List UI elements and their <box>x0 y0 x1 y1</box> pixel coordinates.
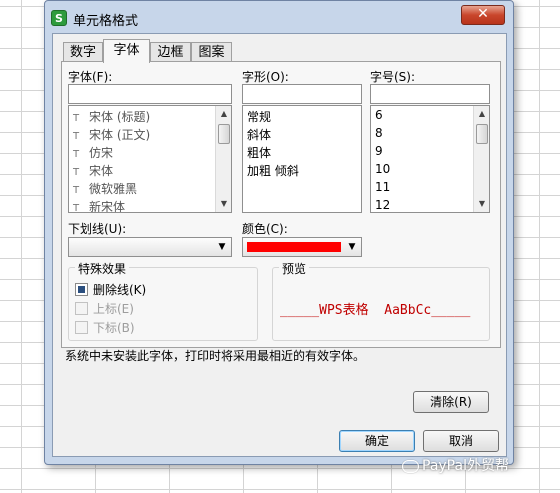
strikethrough-label[interactable]: 删除线(K) <box>93 281 146 298</box>
subscript-label[interactable]: 下标(B) <box>93 319 135 336</box>
superscript-checkbox[interactable] <box>75 302 88 315</box>
close-button[interactable]: ✕ <box>461 5 505 25</box>
chevron-down-icon: ▼ <box>218 242 226 252</box>
list-item[interactable]: T 新宋体 <box>73 198 125 213</box>
list-item[interactable]: T 仿宋 <box>73 144 113 161</box>
color-swatch <box>247 242 341 252</box>
font-list-scrollbar[interactable]: ▲ ▼ <box>215 106 231 212</box>
size-label: 字号(S): <box>370 70 416 84</box>
font-warning-note: 系统中未安装此字体，打印时将采用最相近的有效字体。 <box>65 349 366 363</box>
preview-group: 预览 _____WPS表格 AaBbCc_____ <box>272 260 490 341</box>
font-input[interactable] <box>68 84 232 104</box>
list-item[interactable]: 10 <box>375 162 390 176</box>
size-input[interactable] <box>370 84 490 104</box>
list-item[interactable]: T 宋体 (正文) <box>73 126 150 143</box>
list-item[interactable]: 粗体 <box>247 144 271 161</box>
wps-app-icon: S <box>51 10 67 26</box>
underline-select[interactable]: ▼ <box>68 237 232 257</box>
preview-title: 预览 <box>279 260 310 277</box>
scroll-down-icon[interactable]: ▼ <box>216 196 231 212</box>
watermark: PayPal外贸帮 <box>402 455 509 475</box>
scroll-up-icon[interactable]: ▲ <box>474 106 489 122</box>
font-tab-panel: 字体(F): T 宋体 (标题) T 宋体 (正文) T 仿宋 T 宋体 T 微软雅黑 T… <box>61 61 501 348</box>
font-type-icon: T <box>73 185 80 196</box>
list-item[interactable]: 8 <box>375 126 383 140</box>
ok-button[interactable]: 确定 <box>339 430 415 452</box>
clear-button[interactable]: 清除(R) <box>413 391 489 413</box>
cancel-button[interactable]: 取消 <box>423 430 499 452</box>
color-select[interactable]: ▼ <box>242 237 362 257</box>
list-item[interactable]: T 宋体 <box>73 162 113 179</box>
font-type-icon: T <box>73 113 80 124</box>
scroll-down-icon[interactable]: ▼ <box>474 196 489 212</box>
superscript-label[interactable]: 上标(E) <box>93 300 134 317</box>
font-type-icon: T <box>73 131 80 142</box>
dialog-client-area: 数字 字体 边框 图案 字体(F): T 宋体 (标题) T 宋体 (正文) T 仿宋… <box>52 33 507 457</box>
underline-label: 下划线(U): <box>68 222 127 236</box>
list-item[interactable]: 9 <box>375 144 383 158</box>
list-item[interactable]: 11 <box>375 180 390 194</box>
wechat-icon <box>402 459 419 473</box>
style-label: 字形(O): <box>242 70 289 84</box>
chevron-down-icon: ▼ <box>348 242 356 252</box>
tab-border[interactable]: 边框 <box>150 42 191 62</box>
close-icon: ✕ <box>477 6 489 22</box>
style-list[interactable]: 常规 斜体 粗体 加粗 倾斜 <box>242 105 362 213</box>
format-cells-dialog: S 单元格格式 ✕ 数字 字体 边框 图案 字体(F): T 宋体 (标题) T宋… <box>44 0 514 465</box>
tab-number[interactable]: 数字 <box>63 42 103 62</box>
list-item[interactable]: 12 <box>375 198 390 212</box>
strikethrough-checkbox[interactable] <box>75 283 88 296</box>
scroll-thumb[interactable] <box>476 124 488 144</box>
size-list[interactable]: 6 8 9 10 11 12 ▲ ▼ <box>370 105 490 213</box>
list-item[interactable]: T 宋体 (标题) <box>73 108 150 125</box>
scroll-thumb[interactable] <box>218 124 230 144</box>
font-type-icon: T <box>73 149 80 160</box>
font-type-icon: T <box>73 167 80 178</box>
effects-title: 特殊效果 <box>75 260 130 277</box>
font-list[interactable]: T 宋体 (标题) T 宋体 (正文) T 仿宋 T 宋体 T 微软雅黑 T 新宋体 ▲ ▼ <box>68 105 232 213</box>
scroll-up-icon[interactable]: ▲ <box>216 106 231 122</box>
list-item[interactable]: 斜体 <box>247 126 271 143</box>
subscript-checkbox[interactable] <box>75 321 88 334</box>
list-item[interactable]: T 微软雅黑 <box>73 180 137 197</box>
style-input[interactable] <box>242 84 362 104</box>
title-bar[interactable]: S 单元格格式 ✕ <box>45 1 513 33</box>
list-item[interactable]: 加粗 倾斜 <box>247 162 299 179</box>
tab-font[interactable]: 字体 <box>103 39 150 63</box>
color-label: 颜色(C): <box>242 222 288 236</box>
effects-group: 特殊效果 删除线(K) 上标(E) 下标(B) <box>68 260 258 341</box>
preview-sample: _____WPS表格 AaBbCc_____ <box>280 303 471 318</box>
dialog-title: 单元格格式 <box>73 14 139 29</box>
size-list-scrollbar[interactable]: ▲ ▼ <box>473 106 489 212</box>
tab-pattern[interactable]: 图案 <box>191 42 232 62</box>
font-label: 字体(F): <box>68 70 113 84</box>
list-item[interactable]: 6 <box>375 108 383 122</box>
list-item[interactable]: 常规 <box>247 108 271 125</box>
font-type-icon: T <box>73 203 80 213</box>
